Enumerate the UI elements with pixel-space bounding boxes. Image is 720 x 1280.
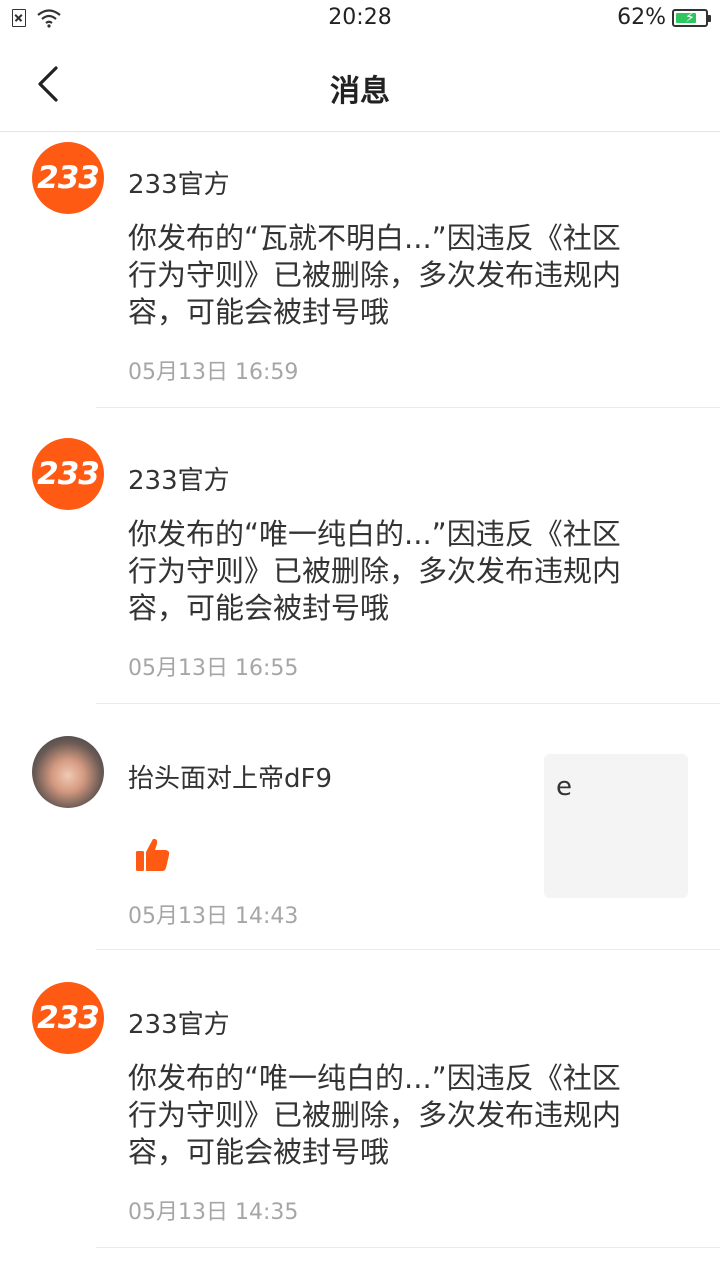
message-time: 05月13日 16:59 [128, 360, 299, 385]
charging-bolt-icon: ⚡ [685, 9, 695, 26]
post-preview[interactable]: e [544, 754, 688, 898]
message-item[interactable]: 抬头面对上帝dF9 05月13日 14:43 e [0, 704, 720, 950]
avatar[interactable]: 233 [32, 982, 104, 1054]
status-right: 62% ⚡ [617, 5, 711, 30]
battery-icon: ⚡ [672, 8, 711, 27]
message-item[interactable]: 233 233官方 你发布的“唯一纯白的...”因违反《社区行为守则》已被删除，… [0, 408, 720, 704]
avatar-logo-text: 233 [37, 160, 100, 196]
sender-name: 233官方 [128, 466, 230, 496]
header: 消息 [0, 38, 720, 132]
message-item[interactable]: 233 233官方 你发布的“瓦就不明白...”因违反《社区行为守则》已被删除，… [0, 132, 720, 408]
avatar[interactable]: 233 [32, 142, 104, 214]
avatar[interactable] [32, 736, 104, 808]
message-time: 05月13日 14:35 [128, 1200, 299, 1225]
message-item[interactable]: 233 233官方 你发布的“唯一纯白的...”因违反《社区行为守则》已被删除，… [0, 950, 720, 1248]
sender-name: 233官方 [128, 170, 230, 200]
status-time: 20:28 [328, 5, 392, 30]
battery-percent: 62% [617, 5, 666, 30]
message-list: 233 233官方 你发布的“瓦就不明白...”因违反《社区行为守则》已被删除，… [0, 132, 720, 1248]
avatar-logo-text: 233 [37, 1000, 100, 1036]
page-title: 消息 [330, 74, 390, 109]
post-preview-text: e [556, 772, 572, 802]
avatar[interactable]: 233 [32, 438, 104, 510]
sender-name: 抬头面对上帝dF9 [128, 764, 333, 794]
status-bar: 20:28 62% ⚡ [0, 0, 720, 38]
thumbs-up-icon [136, 838, 170, 871]
message-content: 你发布的“唯一纯白的...”因违反《社区行为守则》已被删除，多次发布违规内容，可… [128, 1061, 622, 1169]
message-time: 05月13日 14:43 [128, 904, 299, 929]
sender-name: 233官方 [128, 1010, 230, 1040]
divider [96, 1247, 720, 1248]
message-content: 你发布的“唯一纯白的...”因违反《社区行为守则》已被删除，多次发布违规内容，可… [128, 517, 622, 625]
avatar-logo-text: 233 [37, 456, 100, 492]
message-time: 05月13日 16:55 [128, 656, 299, 681]
message-content: 你发布的“瓦就不明白...”因违反《社区行为守则》已被删除，多次发布违规内容，可… [128, 221, 622, 329]
